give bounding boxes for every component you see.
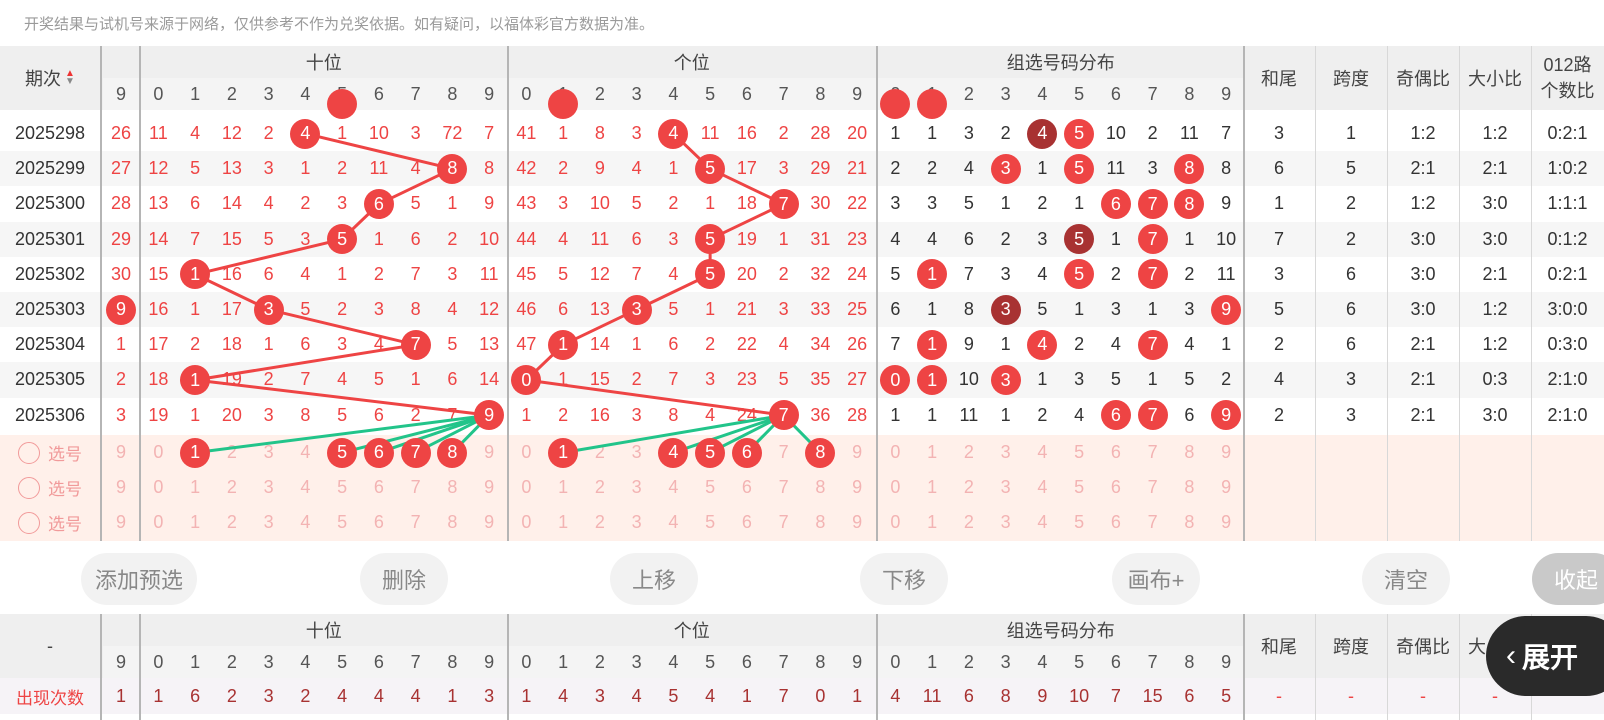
group-ball[interactable]: 5 (1064, 118, 1095, 149)
partial-ball[interactable] (917, 89, 948, 119)
selected-units-ball[interactable]: 4 (658, 437, 689, 468)
trend-line (194, 378, 490, 417)
chevron-left-icon: ‹ (1506, 639, 1516, 672)
canvas-plus-button[interactable]: 画布+ (1112, 553, 1200, 605)
units-ball[interactable]: 7 (768, 400, 799, 431)
trend-line (194, 343, 416, 382)
trend-line (194, 237, 343, 276)
units-ball[interactable]: 1 (548, 329, 579, 360)
group-ball[interactable]: 1 (917, 329, 948, 360)
units-ball[interactable]: 4 (658, 118, 689, 149)
move-down-button[interactable]: 下移 (860, 553, 948, 605)
group-ball[interactable]: 7 (1137, 224, 1168, 255)
expand-label: 展开 (1522, 642, 1579, 673)
units-ball[interactable]: 7 (768, 189, 799, 219)
group-ball[interactable]: 4 (1027, 329, 1058, 360)
units-ball[interactable]: 3 (621, 294, 652, 325)
collapse-button[interactable]: 收起 (1532, 553, 1604, 605)
group-ball[interactable]: 7 (1137, 400, 1168, 431)
group-ball[interactable]: 3 (990, 365, 1021, 395)
group-ball[interactable]: 5 (1064, 153, 1095, 184)
trend-chart-screen: 开奖结果与试机号来源于网络，仅供参考不作为兑奖依据。如有疑问，以福体彩官方数据为… (0, 0, 1604, 720)
tens-ball[interactable]: 4 (290, 118, 321, 149)
partial-ball[interactable] (327, 89, 358, 119)
group-ball[interactable]: 6 (1100, 189, 1131, 219)
trend-lines-layer (194, 132, 822, 455)
group-ball[interactable]: 9 (1211, 294, 1242, 325)
move-up-button[interactable]: 上移 (610, 553, 698, 605)
group-ball[interactable]: 7 (1137, 189, 1168, 219)
tens-ball[interactable]: 3 (253, 294, 284, 325)
partial-ball[interactable] (548, 89, 579, 119)
trend-line (526, 378, 784, 417)
expand-button[interactable]: ‹ 展开 (1486, 616, 1604, 696)
trend-line (268, 308, 416, 347)
selected-units-ball[interactable]: 1 (548, 437, 579, 468)
selected-tens-ball[interactable]: 8 (437, 437, 468, 468)
tens-ball[interactable]: 6 (363, 189, 394, 219)
selected-tens-ball[interactable]: 1 (180, 437, 211, 468)
selected-units-ball[interactable]: 6 (731, 437, 762, 468)
group-ball[interactable]: 3 (990, 294, 1021, 325)
selected-units-ball[interactable]: 8 (805, 437, 836, 468)
tens-ball[interactable]: 1 (180, 365, 211, 395)
selected-tens-ball[interactable]: 7 (400, 437, 431, 468)
group-ball[interactable]: 1 (917, 365, 948, 395)
tens-ball[interactable]: 8 (437, 153, 468, 184)
group-ball[interactable]: 6 (1100, 400, 1131, 431)
selected-tens-ball[interactable]: 6 (363, 437, 394, 468)
group-ball[interactable]: 3 (990, 153, 1021, 184)
selected-tens-ball[interactable]: 5 (327, 437, 358, 468)
selected-units-ball[interactable]: 5 (695, 437, 726, 468)
delete-button[interactable]: 删除 (360, 553, 448, 605)
miss-ball[interactable]: 9 (106, 294, 136, 325)
group-ball[interactable]: 7 (1137, 329, 1168, 360)
tens-ball[interactable]: 7 (400, 329, 431, 360)
clear-button[interactable]: 清空 (1362, 553, 1450, 605)
trend-line (305, 132, 453, 171)
units-ball[interactable]: 5 (695, 153, 726, 184)
group-ball[interactable]: 7 (1137, 259, 1168, 290)
group-ball[interactable]: 4 (1027, 118, 1058, 149)
add-preselect-button[interactable]: 添加预选 (81, 553, 197, 605)
group-ball[interactable]: 8 (1174, 153, 1205, 184)
